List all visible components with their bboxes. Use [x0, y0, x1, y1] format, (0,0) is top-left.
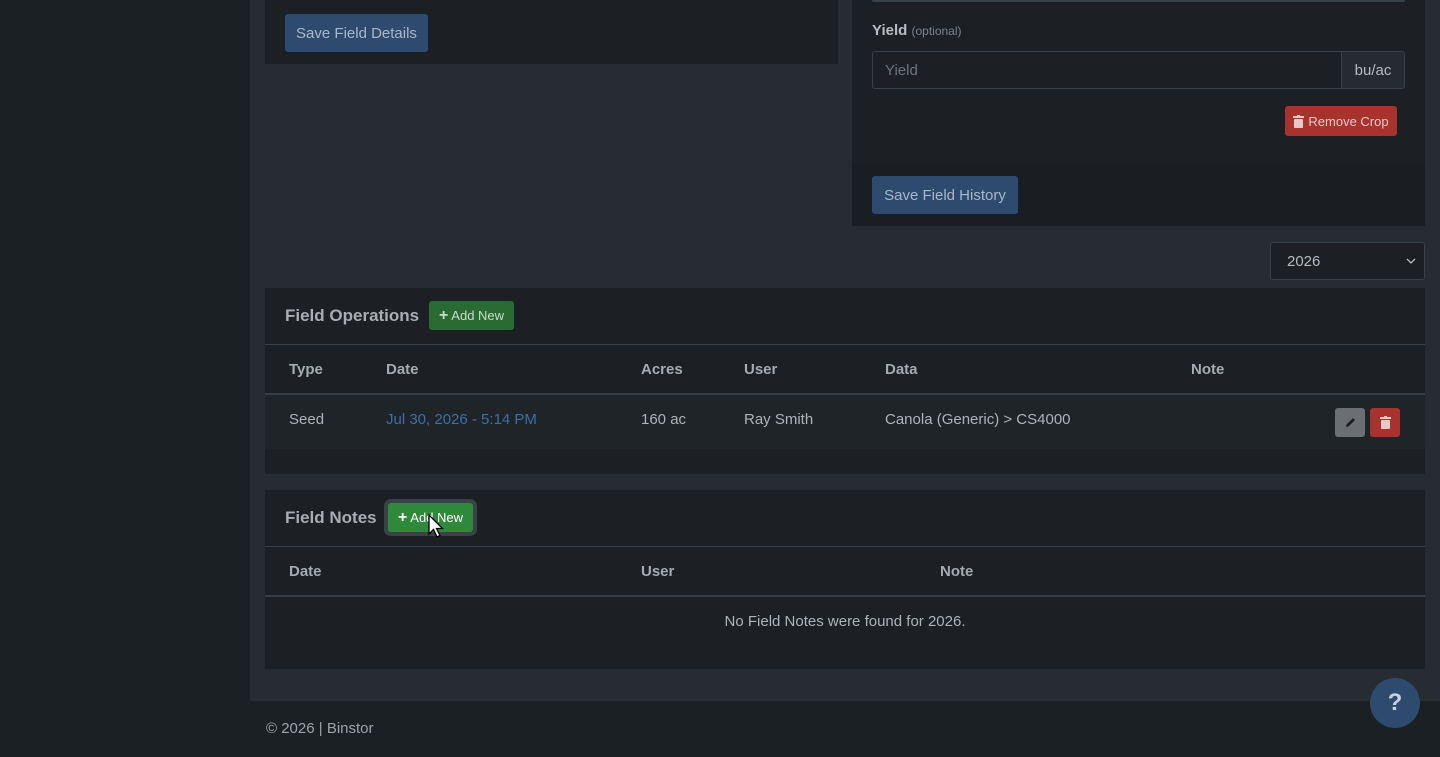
ops-col-date: Date	[386, 361, 419, 378]
delete-operation-button[interactable]	[1370, 408, 1400, 437]
ops-col-note: Note	[1191, 361, 1225, 378]
op-date-link[interactable]: Jul 30, 2026 - 5:14 PM	[386, 411, 537, 428]
year-select[interactable]: 2026	[1270, 242, 1425, 280]
footer: © 2026 | Binstor	[250, 701, 1440, 757]
save-field-history-button[interactable]: Save Field History	[872, 176, 1018, 214]
op-acres: 160 ac	[641, 411, 687, 428]
ops-col-data: Data	[885, 361, 918, 378]
yield-label: Yield (optional)	[872, 22, 962, 39]
save-field-details-button[interactable]: Save Field Details	[285, 14, 428, 52]
field-notes-divider	[265, 546, 1425, 547]
plus-icon: +	[397, 508, 408, 526]
op-user: Ray Smith	[744, 411, 814, 428]
remove-crop-button[interactable]: Remove Crop	[1285, 106, 1397, 136]
field-notes-title: Field Notes	[285, 508, 377, 527]
notes-header-divider	[265, 595, 1425, 597]
remove-crop-label: Remove Crop	[1308, 113, 1389, 129]
field-operations-divider	[265, 344, 1425, 345]
ops-col-user: User	[744, 361, 778, 378]
ops-col-acres: Acres	[641, 361, 683, 378]
op-data: Canola (Generic) > CS4000	[885, 411, 1071, 428]
question-icon: ?	[1387, 689, 1403, 716]
ops-col-type: Type	[289, 361, 323, 378]
yield-input-group: Yield bu/ac	[872, 51, 1405, 89]
year-select-value: 2026	[1287, 252, 1321, 270]
previous-input-bottom-border	[872, 0, 1405, 2]
trash-icon	[1379, 416, 1391, 429]
help-button[interactable]: ?	[1370, 678, 1420, 728]
yield-label-text: Yield	[872, 22, 908, 39]
trash-icon	[1293, 114, 1305, 128]
edit-operation-button[interactable]	[1335, 408, 1365, 437]
notes-col-note: Note	[940, 563, 974, 580]
yield-optional-text: (optional)	[911, 24, 962, 38]
plus-icon: +	[438, 306, 449, 324]
yield-input[interactable]: Yield	[872, 51, 1341, 89]
mouse-cursor-icon	[428, 514, 445, 538]
sidebar	[0, 0, 250, 757]
chevron-down-icon	[1406, 258, 1416, 264]
add-field-operation-button[interactable]: + Add New	[429, 301, 514, 330]
add-field-operation-label: Add New	[451, 308, 505, 323]
op-type: Seed	[289, 411, 325, 428]
notes-empty-message: No Field Notes were found for 2026.	[724, 613, 966, 630]
notes-col-user: User	[641, 563, 675, 580]
field-operations-title: Field Operations	[285, 306, 420, 325]
pencil-icon	[1345, 418, 1355, 427]
notes-col-date: Date	[289, 563, 322, 580]
footer-copyright: © 2026 | Binstor	[266, 720, 374, 737]
yield-unit-addon: bu/ac	[1341, 51, 1405, 89]
